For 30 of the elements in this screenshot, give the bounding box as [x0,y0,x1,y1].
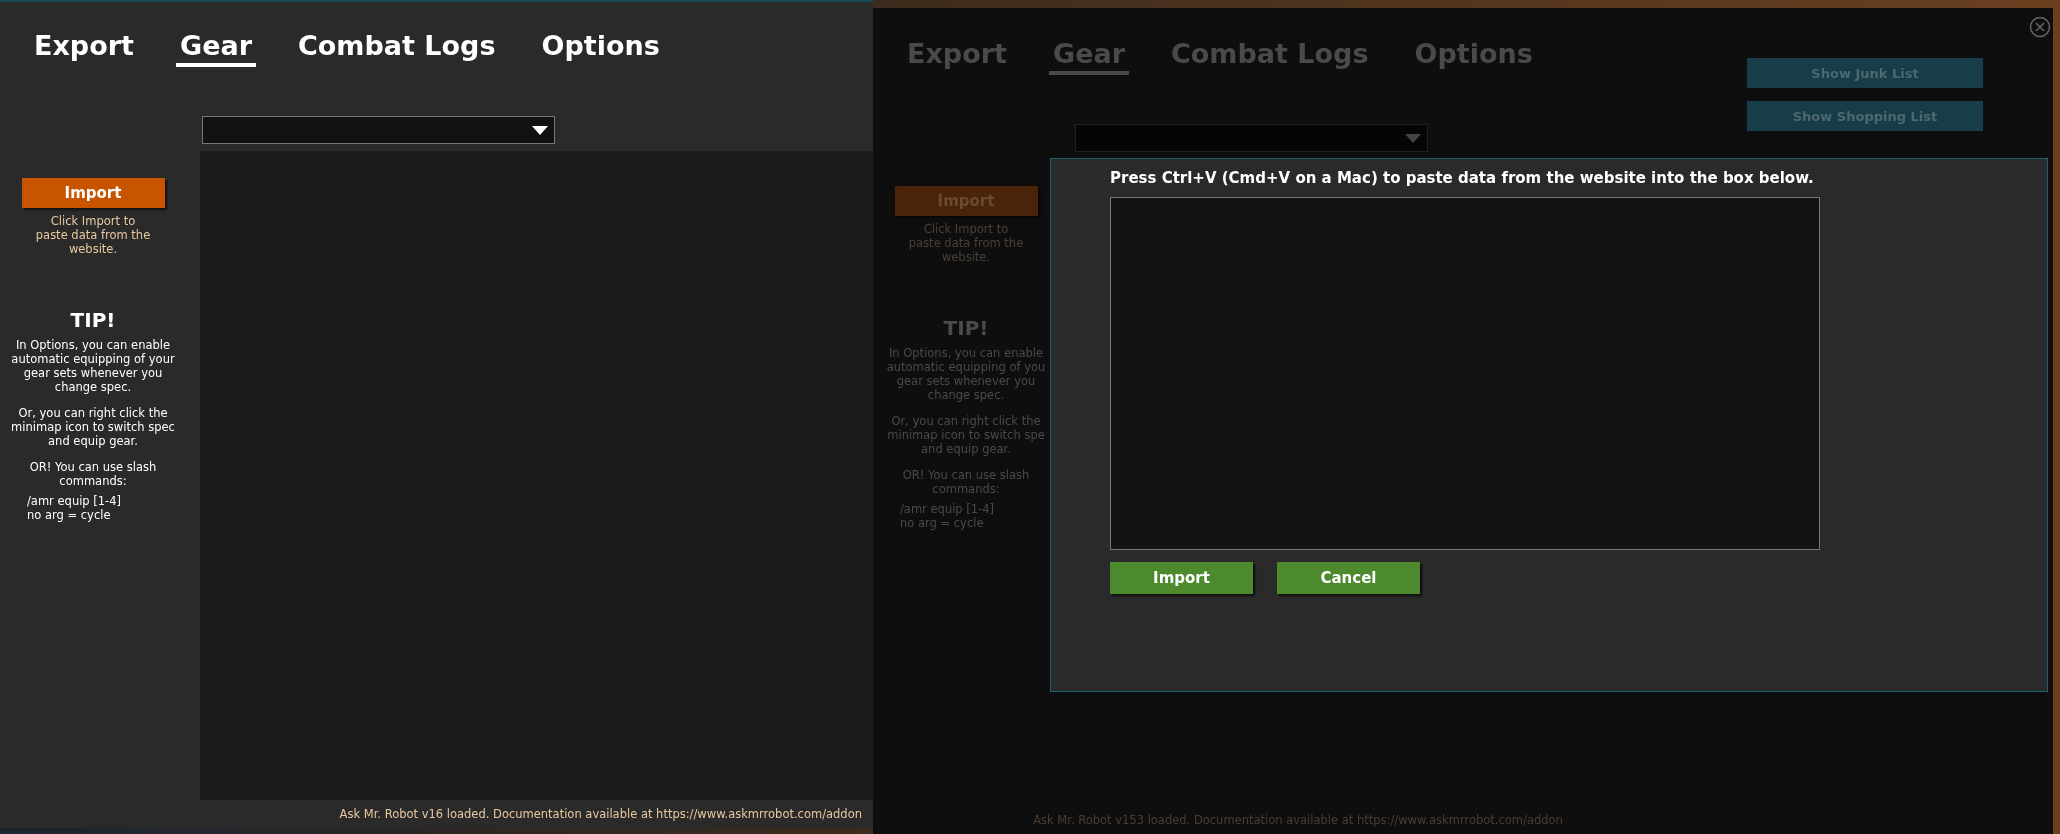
import-hint: Click Import to paste data from the website. [35,214,151,256]
status-message: Ask Mr. Robot v16 loaded. Documentation available at https://www.askmrrobot.com/addon [339,807,862,821]
tab[interactable]: Options [1410,38,1537,75]
tip-text: In Options, you can enable automatic equipping of your gear sets whenever you change spec. [10,338,176,394]
tab[interactable]: Options [537,30,664,67]
tip-text: OR! You can use slash commands: [28,460,158,488]
tip-text: OR! You can use slash commands: [901,468,1031,496]
tip-title: TIP! [943,316,989,340]
tab[interactable]: Combat Logs [294,30,500,67]
tab[interactable]: Export [903,38,1011,75]
dialog-button[interactable]: Import [1110,562,1253,594]
dialog-button[interactable]: Cancel [1277,562,1420,594]
command-hint: /amr equip [1-4] no arg = cycle [900,502,995,530]
tab[interactable]: Gear [175,30,256,67]
dropdown[interactable] [202,116,555,144]
dropdown-caret-icon [1405,133,1421,143]
tip-text: Or, you can right click the minimap icon to switch spe and equip gear. [886,414,1046,456]
import-button[interactable]: Import [21,178,165,208]
close-button[interactable] [2029,16,2051,38]
tab[interactable]: Gear [1048,38,1129,75]
close-icon [2029,16,2051,38]
dropdown-caret-icon [532,125,548,135]
tip-title: TIP! [70,308,116,332]
status-message: Ask Mr. Robot v153 loaded. Documentation available at https://www.askmrrobot.com/addon [1033,813,1563,827]
command-hint: /amr equip [1-4] no arg = cycle [27,494,122,522]
tip-text: Or, you can right click the minimap icon to switch spec and equip gear. [10,406,176,448]
dialog-instruction: Press Ctrl+V (Cmd+V on a Mac) to paste data from the website into the box below. [1110,169,1815,187]
import-hint: Click Import to paste data from the website. [908,222,1024,264]
tab[interactable]: Combat Logs [1167,38,1373,75]
tab[interactable]: Export [30,30,138,67]
